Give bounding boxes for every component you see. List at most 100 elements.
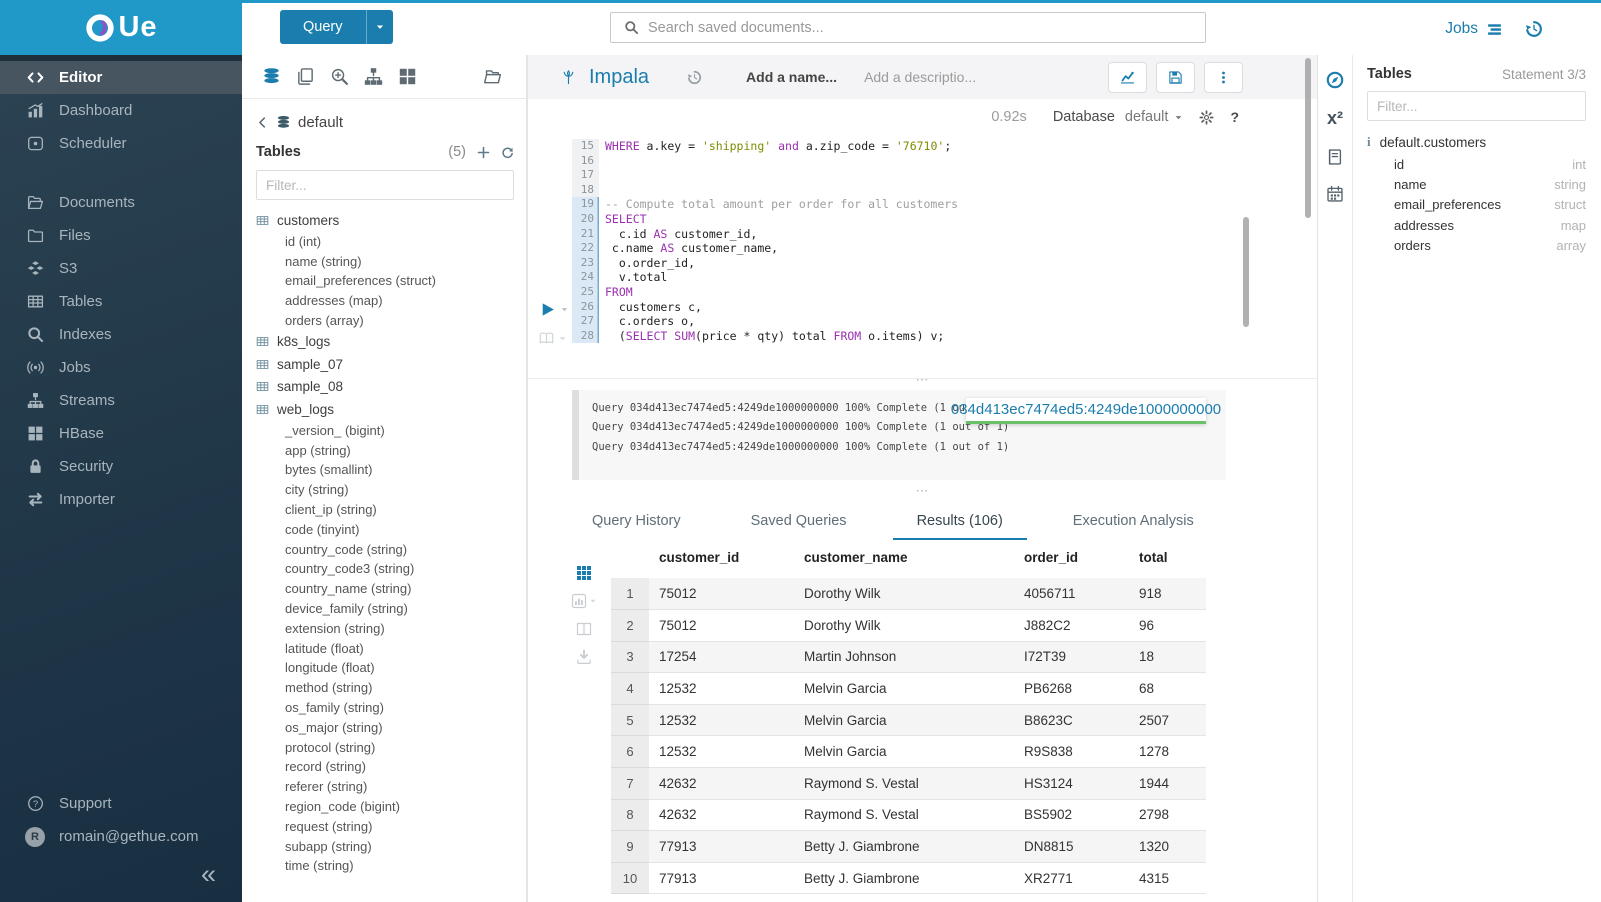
column-item[interactable]: request (string) — [256, 816, 514, 836]
new-query-button[interactable]: Query — [280, 10, 393, 44]
column-item[interactable]: name (string) — [256, 251, 514, 271]
column-item[interactable]: addresses (map) — [256, 291, 514, 311]
column-item[interactable]: orders (array) — [256, 311, 514, 331]
editor-scrollbar[interactable] — [1243, 217, 1249, 327]
chart-view-button[interactable] — [571, 593, 597, 609]
right-column-id[interactable]: idint — [1367, 154, 1586, 174]
table-item-k8s-logs[interactable]: k8s_logs — [256, 330, 514, 353]
code-lines[interactable]: 15WHERE a.key = 'shipping' and a.zip_cod… — [572, 139, 1317, 343]
column-item[interactable]: client_ip (string) — [256, 500, 514, 520]
execute-button[interactable] — [539, 301, 569, 318]
column-item[interactable]: latitude (float) — [256, 638, 514, 658]
column-header-total[interactable]: total — [1129, 540, 1206, 578]
table-row[interactable]: 275012Dorothy WilkJ882C296 — [611, 610, 1206, 642]
code-line-17[interactable]: 17 — [572, 168, 1317, 183]
sidebar-item-hbase[interactable]: HBase — [0, 417, 242, 450]
download-icon[interactable] — [571, 649, 597, 665]
code-line-28[interactable]: 28 (SELECT SUM(price * qty) total FROM o… — [572, 329, 1317, 344]
column-item[interactable]: longitude (float) — [256, 658, 514, 678]
grid-view-icon[interactable] — [571, 565, 597, 581]
tab-query-history[interactable]: Query History — [568, 505, 705, 540]
sidebar-item-documents[interactable]: Documents — [0, 186, 242, 219]
editor-help-icon[interactable]: ? — [1230, 109, 1239, 125]
table-item-customers[interactable]: customers — [256, 209, 514, 232]
table-filter-input[interactable] — [266, 178, 504, 193]
code-line-25[interactable]: 25FROM — [572, 285, 1317, 300]
new-query-button-label[interactable]: Query — [280, 10, 366, 44]
column-item[interactable]: region_code (bigint) — [256, 797, 514, 817]
apps-grid-icon[interactable] — [398, 67, 417, 86]
save-button[interactable] — [1156, 62, 1195, 93]
column-item[interactable]: protocol (string) — [256, 737, 514, 757]
code-line-24[interactable]: 24 v.total — [572, 270, 1317, 285]
table-row[interactable]: 412532Melvin GarciaPB626868 — [611, 673, 1206, 705]
add-table-icon[interactable] — [477, 146, 490, 159]
search-input[interactable] — [648, 20, 1205, 36]
column-header-order-id[interactable]: order_id — [1014, 540, 1129, 578]
column-item[interactable]: _version_ (bigint) — [256, 420, 514, 440]
resize-handle-top[interactable]: ⋯ — [528, 375, 1317, 385]
column-header-customer-id[interactable]: customer_id — [649, 540, 794, 578]
workspace-folder-icon[interactable] — [483, 67, 502, 86]
right-column-name[interactable]: namestring — [1367, 174, 1586, 194]
sidebar-collapse-button[interactable]: « — [0, 853, 242, 902]
sidebar-item-editor[interactable]: Editor — [0, 61, 242, 94]
table-row[interactable]: 842632Raymond S. VestalBS59022798 — [611, 799, 1206, 831]
column-item[interactable]: app (string) — [256, 440, 514, 460]
query-name-field[interactable]: Add a name... — [746, 69, 837, 85]
column-item[interactable]: url (string) — [256, 876, 514, 879]
tab-saved-queries[interactable]: Saved Queries — [727, 505, 871, 540]
column-item[interactable]: os_major (string) — [256, 717, 514, 737]
sidebar-item-tables[interactable]: Tables — [0, 285, 242, 318]
code-line-21[interactable]: 21 c.id AS customer_id, — [572, 227, 1317, 242]
right-column-addresses[interactable]: addressesmap — [1367, 215, 1586, 235]
code-line-20[interactable]: 20SELECT — [572, 212, 1317, 227]
jobs-link[interactable]: Jobs — [1445, 20, 1503, 38]
code-line-16[interactable]: 16 — [572, 154, 1317, 169]
column-item[interactable]: country_name (string) — [256, 579, 514, 599]
back-chevron-icon[interactable] — [256, 116, 269, 129]
code-line-26[interactable]: 26 customers c, — [572, 300, 1317, 315]
sidebar-item-importer[interactable]: Importer — [0, 483, 242, 516]
language-reference-icon[interactable] — [1326, 148, 1344, 166]
table-row[interactable]: 742632Raymond S. VestalHS31241944 — [611, 768, 1206, 800]
editor-assistant-icon[interactable] — [1326, 71, 1344, 89]
resize-handle-bottom[interactable]: ⋯ — [528, 486, 1317, 496]
column-item[interactable]: extension (string) — [256, 618, 514, 638]
sidebar-item-dashboard[interactable]: Dashboard — [0, 94, 242, 127]
sidebar-item-streams[interactable]: Streams — [0, 384, 242, 417]
query-history-icon[interactable] — [687, 70, 702, 85]
right-filter-input[interactable] — [1377, 99, 1576, 114]
query-id-tooltip[interactable]: 034d413ec7474ed5:4249de1000000000 — [966, 398, 1206, 424]
column-item[interactable]: id (int) — [256, 232, 514, 252]
column-item[interactable]: email_preferences (struct) — [256, 271, 514, 291]
info-icon[interactable]: i — [1367, 134, 1371, 150]
column-item[interactable]: country_code (string) — [256, 539, 514, 559]
code-line-18[interactable]: 18 — [572, 183, 1317, 198]
database-select[interactable]: default — [1125, 109, 1184, 125]
tab-execution-analysis[interactable]: Execution Analysis — [1049, 505, 1218, 540]
refresh-tables-icon[interactable] — [501, 146, 514, 159]
table-row[interactable]: 317254Martin JohnsonI72T3918 — [611, 641, 1206, 673]
chart-button[interactable] — [1108, 62, 1147, 93]
sidebar-item-indexes[interactable]: Indexes — [0, 318, 242, 351]
document-search[interactable] — [610, 12, 1206, 43]
table-item-sample-07[interactable]: sample_07 — [256, 353, 514, 376]
column-item[interactable]: referer (string) — [256, 777, 514, 797]
right-column-orders[interactable]: ordersarray — [1367, 236, 1586, 256]
column-item[interactable]: time (string) — [256, 856, 514, 876]
table-row[interactable]: 977913Betty J. GiambroneDN88151320 — [611, 831, 1206, 863]
schedule-icon[interactable] — [1326, 185, 1344, 203]
table-filter[interactable] — [256, 170, 514, 200]
column-item[interactable]: code (tinyint) — [256, 519, 514, 539]
table-row[interactable]: 1077913Betty J. GiambroneXR27714315 — [611, 862, 1206, 894]
sidebar-item-security[interactable]: Security — [0, 450, 242, 483]
sidebar-item-jobs[interactable]: Jobs — [0, 351, 242, 384]
hue-logo[interactable]: Ue — [0, 0, 242, 55]
right-column-email-preferences[interactable]: email_preferencesstruct — [1367, 195, 1586, 215]
column-item[interactable]: device_family (string) — [256, 599, 514, 619]
table-item-sample-08[interactable]: sample_08 — [256, 375, 514, 398]
execute-caret-icon[interactable] — [560, 305, 569, 314]
query-description-field[interactable]: Add a descriptio... — [864, 69, 976, 85]
documents-assist-icon[interactable] — [296, 67, 315, 86]
